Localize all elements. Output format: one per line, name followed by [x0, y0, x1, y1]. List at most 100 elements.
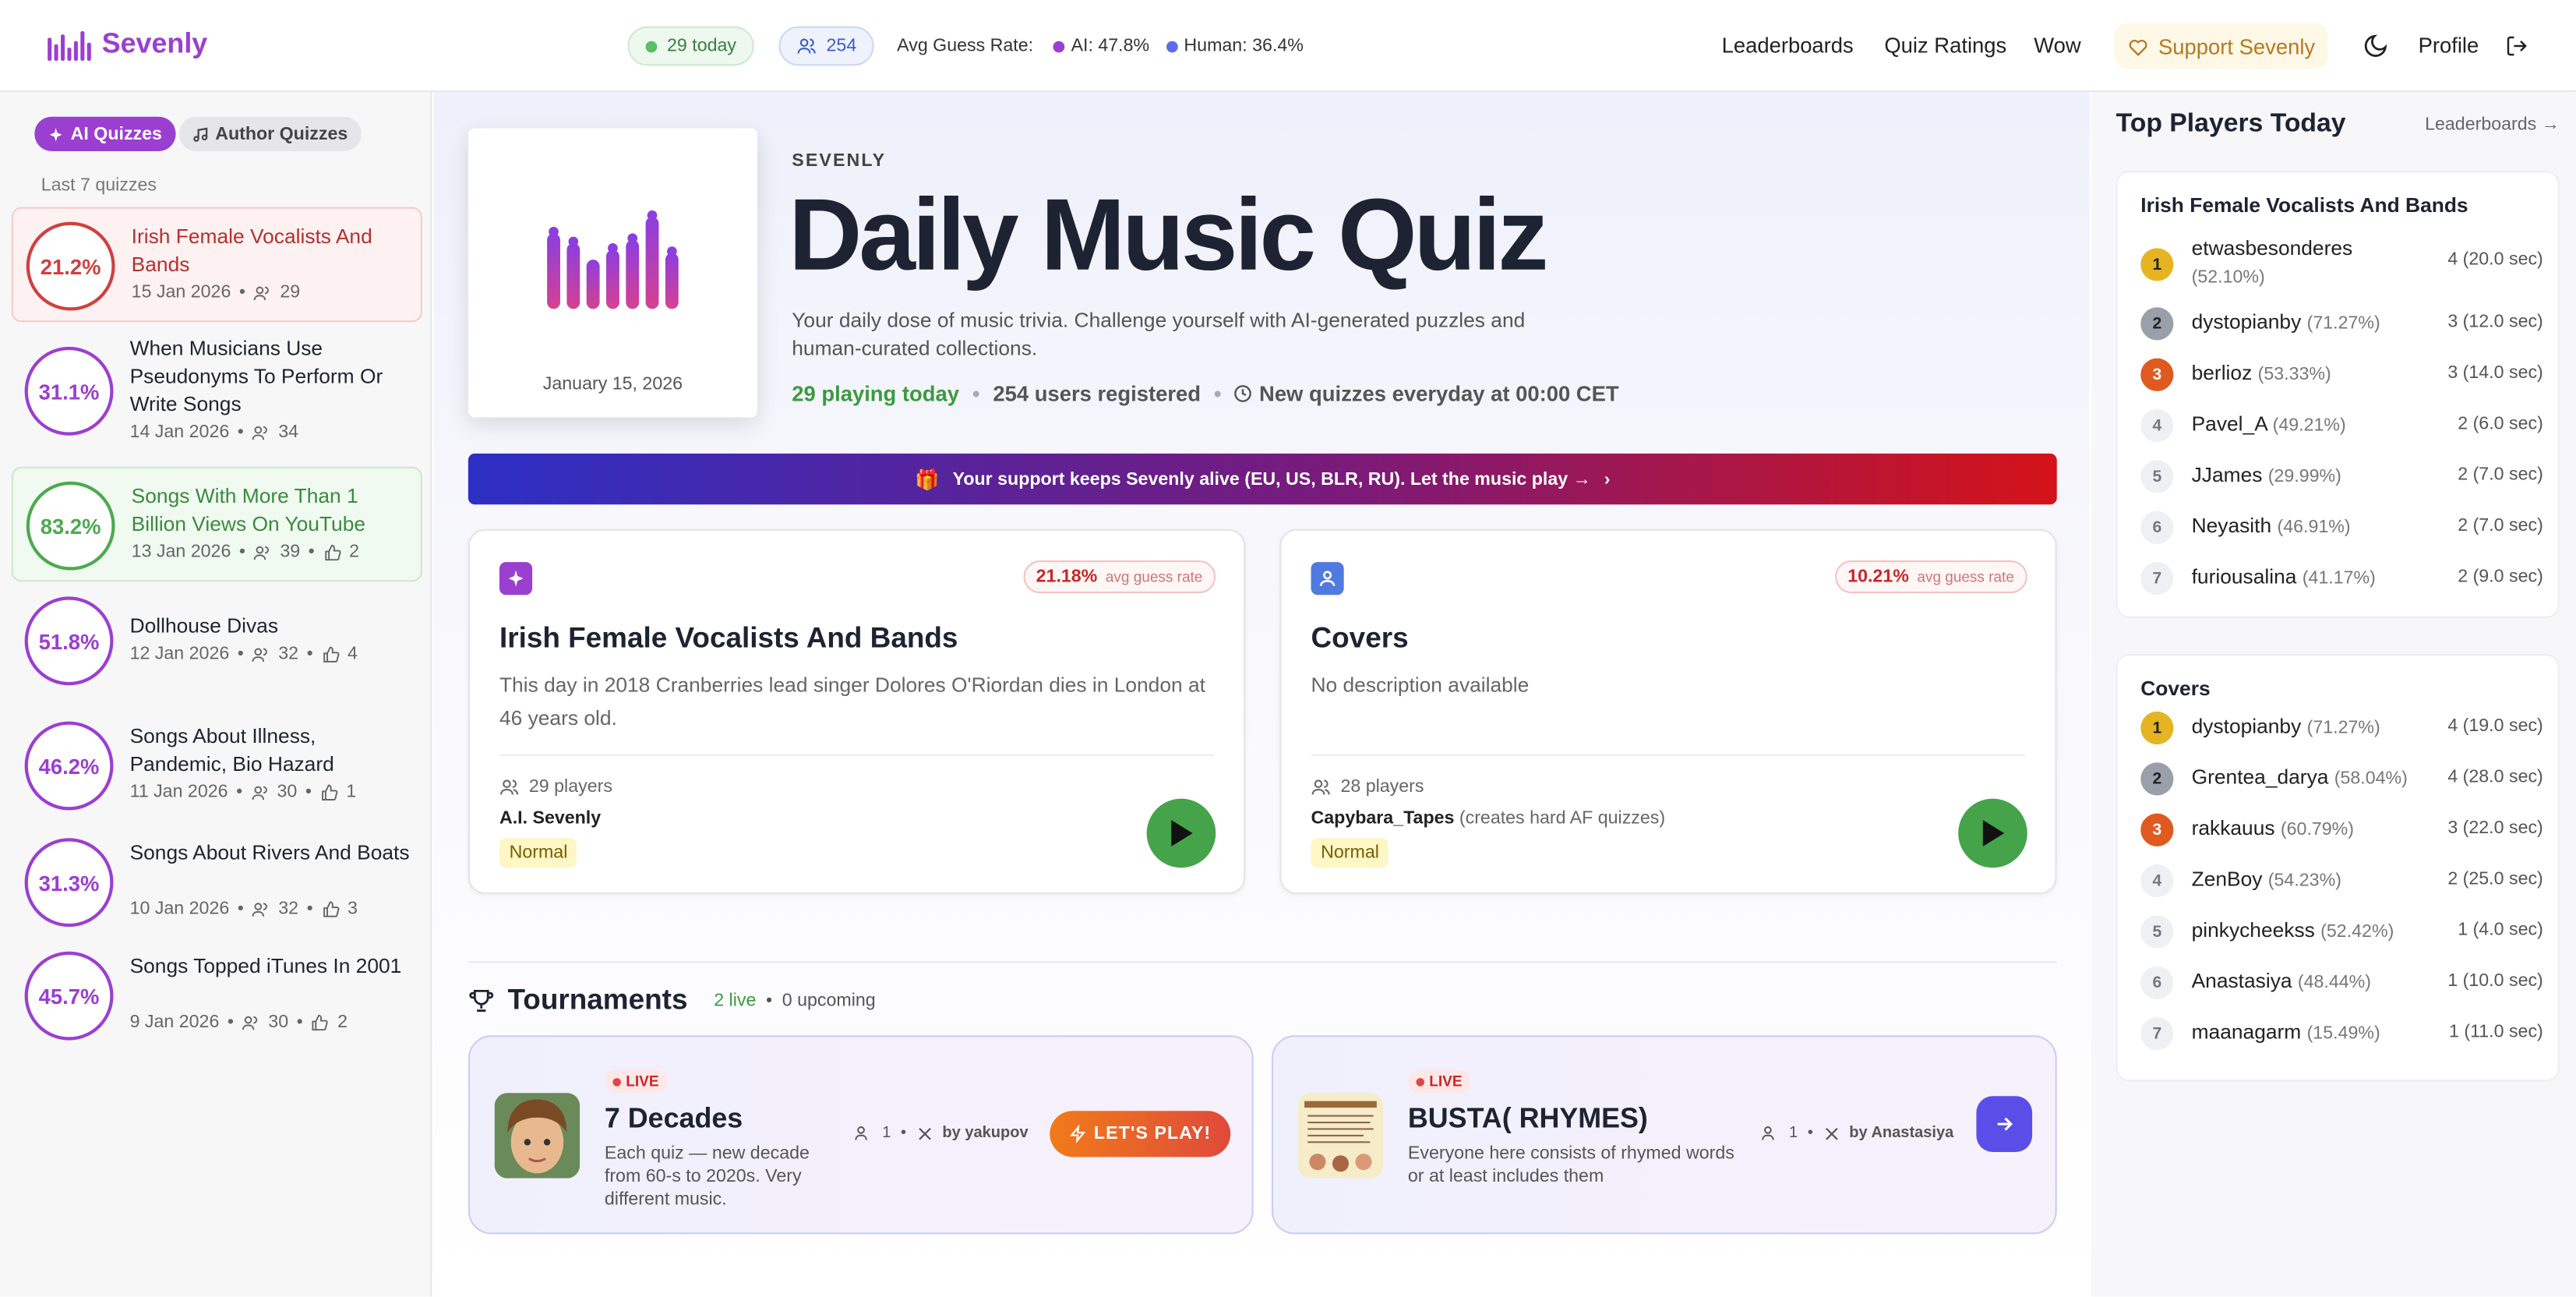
card-author: A.I. Sevenly: [499, 808, 601, 828]
cover-equalizer-icon: [547, 210, 679, 309]
nav-wow[interactable]: Wow: [2034, 33, 2080, 58]
nav-leaderboards[interactable]: Leaderboards: [1722, 33, 1854, 58]
tab-ai-quizzes[interactable]: AI Quizzes: [34, 116, 175, 151]
quiz-date: 13 Jan 2026: [131, 542, 231, 563]
sidebar-quiz-item[interactable]: 83.2% Songs With More Than 1 Billion Vie…: [11, 466, 422, 582]
arrow-right-icon: →: [2541, 115, 2560, 135]
rank-badge: 2: [2140, 762, 2174, 796]
upcoming-count: 0 upcoming: [782, 990, 876, 1010]
sidebar-quiz-item[interactable]: 21.2% Irish Female Vocalists And Bands 1…: [11, 207, 422, 323]
quiz-likes: 3: [347, 899, 358, 919]
player-name: etwasbesonderes (52.10%): [2191, 236, 2353, 288]
users-icon: [1311, 779, 1330, 795]
rank-badge: 5: [2140, 915, 2174, 949]
player-name: berlioz (53.33%): [2191, 361, 2331, 385]
quiz-players: 29: [280, 282, 301, 302]
quiz-card-ai[interactable]: 21.18% avg guess rate Irish Female Vocali…: [468, 528, 1246, 894]
sidebar-quiz-item[interactable]: 45.7% Songs Topped iTunes In 2001 9 Jan …: [12, 950, 422, 1042]
gift-icon: 🎁: [915, 467, 940, 491]
avg-guess-rate: Avg Guess Rate: AI: 47.8% Human: 36.4%: [897, 36, 1304, 55]
difficulty-badge: Normal: [499, 838, 578, 868]
ai-rate: AI: 47.8%: [1071, 36, 1150, 56]
play-button[interactable]: [1146, 798, 1216, 868]
quiz-date: 14 Jan 2026: [129, 422, 230, 443]
player-score: 1 (11.0 sec): [2449, 1022, 2543, 1042]
player-name: JJames (29.99%): [2191, 463, 2341, 487]
player-score: 3 (22.0 sec): [2447, 818, 2543, 839]
quiz-date: 12 Jan 2026: [129, 644, 230, 664]
quiz-title: Songs With More Than 1 Billion Views On …: [131, 484, 366, 536]
player-name: Anastasiya (48.44%): [2191, 969, 2372, 993]
tournaments-header: Tournaments 2 live • 0 upcoming: [468, 983, 876, 1017]
player-score: 2 (9.0 sec): [2458, 567, 2543, 587]
dark-mode-moon-icon[interactable]: [2363, 33, 2389, 59]
bolt-icon: [1069, 1124, 1086, 1144]
sparkle-icon: [49, 127, 62, 141]
players-count: 28 players: [1340, 777, 1424, 797]
player-name: furiousalina (41.17%): [2191, 565, 2376, 588]
sidebar-quiz-item[interactable]: 31.3% Songs About Rivers And Boats 10 Ja…: [12, 830, 422, 935]
author-name[interactable]: Capybara_Tapes: [1311, 808, 1455, 828]
rank-badge: 1: [2140, 248, 2174, 281]
logout-icon[interactable]: [2505, 34, 2528, 58]
support-label: Support Sevenly: [2158, 34, 2316, 58]
users-icon: [797, 38, 816, 54]
brand-eyebrow: SEVENLY: [792, 150, 887, 171]
guess-rate-circle: 83.2%: [26, 481, 115, 571]
nav-quiz-ratings[interactable]: Quiz Ratings: [1884, 33, 2006, 58]
logo[interactable]: Sevenly: [46, 28, 207, 62]
tournaments-title: Tournaments: [507, 982, 688, 1016]
cover-date: January 15, 2026: [542, 374, 683, 395]
users-icon: [252, 425, 268, 440]
play-icon: [1171, 820, 1193, 846]
open-tournament-button[interactable]: [1976, 1096, 2033, 1152]
banner-text: Your support keeps Sevenly alive (EU, US…: [952, 468, 1591, 489]
sidebar-quiz-item[interactable]: 51.8% Dollhouse Divas 12 Jan 2026 • 32 • 4: [12, 595, 422, 687]
quiz-schedule: New quizzes everyday at 00:00 CET: [1259, 381, 1619, 406]
top-players-panel: Top Players Today Leaderboards → Irish F…: [2091, 92, 2576, 1297]
tournament-meta: 1 • by yakupov: [854, 1124, 1029, 1142]
quiz-players: 39: [280, 542, 301, 563]
players-count: 29 players: [528, 777, 612, 797]
quiz-title: Songs Topped iTunes In 2001: [129, 954, 402, 978]
live-badge: LIVE: [1407, 1069, 1471, 1094]
sidebar-quiz-item[interactable]: 31.1% When Musicians Use Pseudonyms To P…: [12, 329, 422, 454]
tournament-name: BUSTA( RHYMES): [1407, 1102, 1648, 1134]
quiz-likes: 2: [337, 1012, 348, 1033]
thumbs-up-icon: [323, 645, 339, 662]
rank-badge: 6: [2140, 966, 2174, 999]
user-icon: [1311, 562, 1344, 595]
support-button[interactable]: Support Sevenly: [2114, 23, 2328, 69]
play-button[interactable]: [1958, 798, 2027, 868]
player-name: Neyasith (46.91%): [2191, 514, 2351, 538]
users-icon: [855, 1126, 867, 1140]
rank-badge: 1: [2140, 711, 2174, 745]
clock-icon: [1235, 385, 1252, 402]
nav-profile[interactable]: Profile: [2419, 33, 2479, 58]
player-score: 4 (28.0 sec): [2447, 767, 2543, 787]
guess-rate-circle: 45.7%: [24, 951, 114, 1041]
users-count: 254: [826, 36, 857, 56]
quiz-players: 32: [278, 899, 299, 919]
quiz-likes: 2: [349, 542, 360, 563]
quiz-meta: 15 Jan 2026 • 29: [131, 282, 301, 302]
leaderboard-box: Irish Female Vocalists And Bands 1 etwasb…: [2115, 171, 2560, 618]
users-icon: [500, 779, 519, 795]
ai-dot-icon: [1053, 40, 1065, 52]
quiz-players: 32: [278, 644, 299, 664]
guess-rate-circle: 46.2%: [24, 721, 114, 811]
quiz-card-author[interactable]: 10.21% avg guess rate Covers No descripti…: [1279, 528, 2057, 894]
tab-author-quizzes[interactable]: Author Quizzes: [178, 116, 362, 151]
leaderboards-link[interactable]: Leaderboards →: [2425, 115, 2560, 135]
lets-play-button[interactable]: LET'S PLAY!: [1050, 1111, 1231, 1157]
tournament-card[interactable]: LIVE 7 Decades Each quiz — new decade fr…: [468, 1035, 1254, 1235]
avg-guess-label: Avg Guess Rate:: [897, 36, 1034, 56]
hero-stats: 29 playing today • 254 users registered …: [792, 381, 1619, 406]
player-name: pinkycheekss (52.42%): [2191, 918, 2394, 942]
tournament-card[interactable]: LIVE BUSTA( RHYMES) Everyone here consis…: [1271, 1035, 2057, 1235]
lets-play-label: LET'S PLAY!: [1093, 1124, 1212, 1144]
support-banner[interactable]: 🎁 Your support keeps Sevenly alive (EU, …: [468, 453, 2057, 505]
quiz-players: 30: [277, 782, 298, 802]
sidebar-quiz-item[interactable]: 46.2% Songs About Illness, Pandemic, Bio…: [12, 713, 422, 818]
player-score: 4 (20.0 sec): [2447, 249, 2543, 270]
